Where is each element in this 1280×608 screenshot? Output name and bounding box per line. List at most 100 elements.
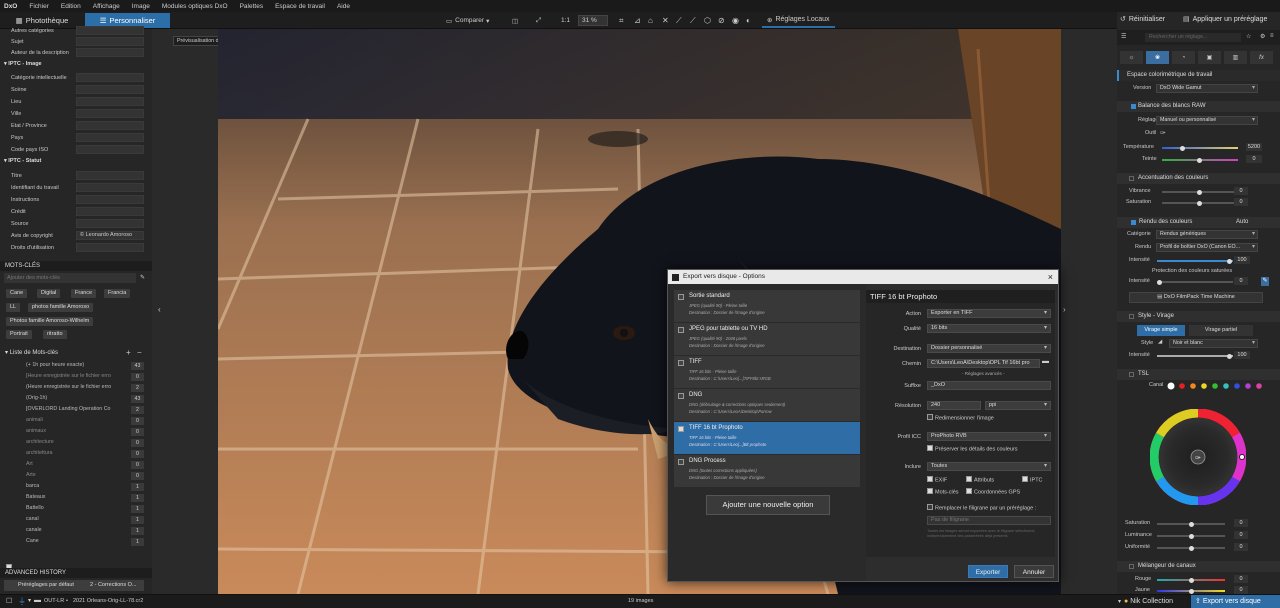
export-option[interactable]: DNG DNG (débruitage & corrections optiqu… xyxy=(674,389,860,421)
style-header[interactable]: Style - Virage xyxy=(1117,311,1280,322)
perspective-button[interactable]: ⌂ xyxy=(648,15,653,26)
keyword-list-item[interactable]: Cane 1 xyxy=(24,537,148,547)
field-input[interactable] xyxy=(76,171,144,180)
field-input[interactable] xyxy=(76,243,144,252)
field-input[interactable] xyxy=(76,109,144,118)
iptc-checkbox[interactable]: IPTC xyxy=(1022,476,1043,483)
vibrance-value[interactable]: 0 xyxy=(1234,187,1248,195)
repair-button[interactable]: ⬡ xyxy=(704,15,711,26)
collapse-right-icon[interactable]: › xyxy=(1063,305,1066,314)
color-space-header[interactable]: Espace colorimétrique de travail xyxy=(1117,70,1280,81)
mixer-header[interactable]: Mélangeur de canaux xyxy=(1117,561,1280,572)
menu-image[interactable]: Image xyxy=(126,3,156,10)
keywords-checkbox[interactable]: Mots-clés xyxy=(927,488,959,495)
keyword-tag[interactable]: France xyxy=(71,289,97,298)
tab-geometry[interactable]: ▣ xyxy=(1198,51,1221,64)
remove-icon[interactable]: − xyxy=(137,348,142,357)
nik-collection-button[interactable]: ● Nik Collection xyxy=(1124,596,1184,607)
export-option[interactable]: Sortie standard JPEG (qualité 90) - Plei… xyxy=(674,290,860,322)
split-view-button[interactable]: ◫ xyxy=(512,15,518,26)
keyword-list-item[interactable]: architecture 0 xyxy=(24,438,148,448)
uniformity-value[interactable]: 0 xyxy=(1234,543,1248,551)
menu-edit[interactable]: Edition xyxy=(55,3,87,10)
export-option[interactable]: TIFF TIFF 16 bits - Pleine taille Destin… xyxy=(674,356,860,388)
destination-select[interactable]: Dossier personnalisé xyxy=(927,344,1051,353)
zoom-1to1-button[interactable]: 1:1 xyxy=(561,15,570,26)
toggle-indicator[interactable] xyxy=(1129,314,1134,319)
yellow-slider[interactable] xyxy=(1157,588,1225,594)
local-adjust-button[interactable]: ⊕ Réglages Locaux xyxy=(762,13,835,28)
stamp-button[interactable]: ⊘ xyxy=(718,15,725,26)
tint-value[interactable]: 0 xyxy=(1246,155,1262,163)
intensity3-value[interactable]: 100 xyxy=(1234,351,1250,359)
redeye-button[interactable]: ✕ xyxy=(662,15,669,26)
history-item[interactable]: Préréglages par défaut 2 - Corrections O… xyxy=(4,580,144,591)
crop-button[interactable]: ⌗ xyxy=(619,15,624,26)
field-input[interactable] xyxy=(76,97,144,106)
filter-icon[interactable]: ⏚ xyxy=(18,596,26,607)
gps-checkbox[interactable]: Coordonnées GPS xyxy=(966,488,1020,495)
wb-header[interactable]: Balance des blancs RAW xyxy=(1117,101,1280,112)
temperature-value[interactable]: 5200 xyxy=(1246,143,1262,151)
field-input[interactable] xyxy=(76,195,144,204)
suffix-field[interactable]: _DxO xyxy=(927,381,1051,390)
menu-optics[interactable]: Modules optiques DxO xyxy=(156,3,234,10)
menu-help[interactable]: Aide xyxy=(331,3,356,10)
watermark-checkbox[interactable]: Remplacer le filigrane par un préréglage… xyxy=(927,504,1036,511)
hsl-header[interactable]: TSL xyxy=(1117,369,1280,380)
keyword-tag[interactable]: Cane xyxy=(6,289,28,298)
eyedropper-icon[interactable]: ✑ xyxy=(1160,129,1166,137)
filmpack-button[interactable]: ▤ DxO FilmPack Time Machine xyxy=(1129,292,1263,303)
search-input[interactable]: Rechercher un réglage... xyxy=(1145,33,1241,42)
color-wheel[interactable]: ✑ xyxy=(1150,409,1246,505)
keyword-tag[interactable]: Francia xyxy=(104,289,131,298)
option-checkbox[interactable] xyxy=(678,426,684,432)
intensity-value[interactable]: 100 xyxy=(1234,256,1250,264)
field-input[interactable] xyxy=(76,85,144,94)
add-icon[interactable]: + xyxy=(126,348,131,357)
keyword-tag[interactable]: photos famille Amoroso xyxy=(28,303,94,312)
straighten-button[interactable]: ⊿ xyxy=(634,15,641,26)
tab-local[interactable]: ▥ xyxy=(1224,51,1247,64)
retouch-button[interactable]: ⟋ xyxy=(690,15,696,26)
keyword-tag[interactable]: Digital xyxy=(37,289,61,298)
horizon-button[interactable]: ⟋ xyxy=(676,15,682,26)
keyword-list-item[interactable]: animali 0 xyxy=(24,416,148,426)
menu-file[interactable]: Fichier xyxy=(23,3,55,10)
iptc-status-header[interactable]: ▾ IPTC - Statut xyxy=(4,158,41,164)
yellow-value[interactable]: 0 xyxy=(1234,586,1248,594)
keyword-settings-icon[interactable]: ✎ xyxy=(140,274,145,281)
intensity2-slider[interactable] xyxy=(1157,279,1233,285)
chevron-down-icon[interactable]: ▾ xyxy=(28,597,31,604)
export-option[interactable]: DNG Process DNG (toutes corrections appl… xyxy=(674,455,860,487)
quality-select[interactable]: 16 bits xyxy=(927,324,1051,333)
render-select[interactable]: Profil de boîtier DxO (Canon EO... xyxy=(1156,243,1258,252)
slider-knob[interactable] xyxy=(1189,533,1194,539)
option-checkbox[interactable] xyxy=(678,393,684,399)
checkbox-icon[interactable]: ☐ xyxy=(6,597,12,605)
intensity3-slider[interactable] xyxy=(1157,353,1233,359)
field-input[interactable] xyxy=(76,73,144,82)
slider-knob[interactable] xyxy=(1189,521,1194,527)
slider-knob[interactable] xyxy=(1227,258,1232,264)
menu-palettes[interactable]: Palettes xyxy=(234,3,270,10)
history-header[interactable]: ADVANCED HISTORY xyxy=(0,568,152,578)
keyword-tag[interactable]: ritratto xyxy=(43,330,67,339)
style-select[interactable]: Noir et blanc xyxy=(1169,339,1258,348)
keyword-list-item[interactable]: (+ 1h pour heure exacte) 43 xyxy=(24,361,148,371)
luminance-value[interactable]: 0 xyxy=(1234,531,1248,539)
compare-button[interactable]: ▭ Comparer ▾ xyxy=(446,15,489,26)
red-value[interactable]: 0 xyxy=(1234,575,1248,583)
field-input[interactable] xyxy=(76,133,144,142)
keyword-tag[interactable]: Portrait xyxy=(6,330,32,339)
watermark-select[interactable]: Pas de filigrane xyxy=(927,516,1051,525)
keyword-tag[interactable]: LL xyxy=(6,303,21,312)
saturation-slider[interactable] xyxy=(1162,200,1238,206)
toggle-indicator[interactable] xyxy=(1129,176,1134,181)
keyword-list-item[interactable]: [OVERLORD Landing Operation Co 2 xyxy=(24,405,148,415)
keyword-list-item[interactable]: (Heure enregistrée sur le fichier erro 2 xyxy=(24,383,148,393)
toggle-indicator[interactable] xyxy=(1129,564,1134,569)
intensity2-value[interactable]: 0 xyxy=(1234,277,1248,285)
slider-knob[interactable] xyxy=(1197,157,1202,163)
export-to-disk-button[interactable]: ⇪ Export vers disque xyxy=(1191,595,1280,608)
